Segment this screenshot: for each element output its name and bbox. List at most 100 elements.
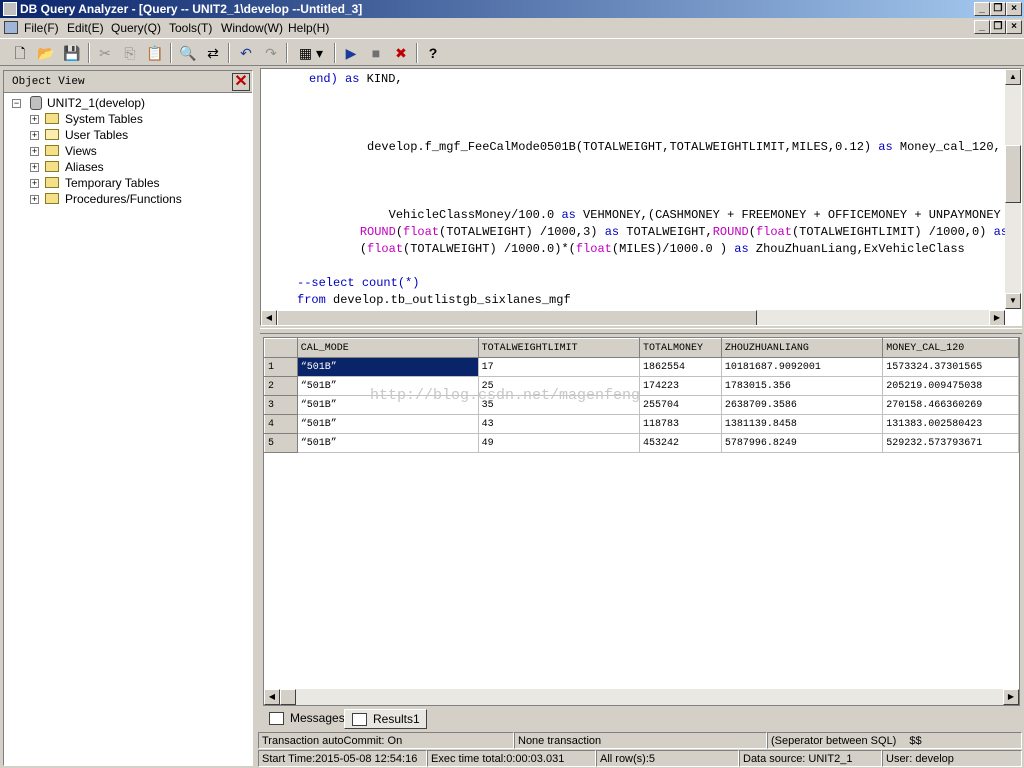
grid-horizontal-scrollbar[interactable]: ◀ ▶ <box>264 689 1019 705</box>
table-cell[interactable]: 1862554 <box>639 357 722 377</box>
paste-icon[interactable]: 📋 <box>145 43 165 63</box>
collapse-icon[interactable]: − <box>12 99 21 108</box>
child-restore-button[interactable]: ❐ <box>990 20 1006 34</box>
scroll-right-icon[interactable]: ▶ <box>1003 689 1019 705</box>
expand-icon[interactable]: + <box>30 147 39 156</box>
scroll-thumb[interactable] <box>277 310 757 325</box>
table-cell[interactable]: 174223 <box>639 376 722 396</box>
code-text: develop.f_mgf_FeeCalMode0501B(TOTALWEIGH… <box>295 140 879 154</box>
close-panel-icon[interactable]: ✕ <box>232 73 250 91</box>
pane-splitter[interactable] <box>260 328 1022 334</box>
table-cell[interactable]: 118783 <box>639 414 722 434</box>
toolbar-separator <box>416 43 418 63</box>
copy-icon[interactable]: ⎘ <box>120 43 140 63</box>
code-text: ( <box>395 225 404 239</box>
menu-edit[interactable]: Edit(E) <box>67 21 104 35</box>
column-header[interactable]: CAL_MODE <box>296 338 479 358</box>
undo-icon[interactable]: ↶ <box>236 43 256 63</box>
scroll-down-icon[interactable]: ▼ <box>1005 293 1021 309</box>
table-cell[interactable]: 5787996.8249 <box>721 433 884 453</box>
cancel-query-icon[interactable]: ✖ <box>391 43 411 63</box>
menu-file[interactable]: File(F) <box>24 21 59 35</box>
table-cell[interactable]: “501B” <box>297 414 479 434</box>
status-exec-time: Exec time total:0:00:03.031 <box>427 750 596 767</box>
table-cell[interactable]: 17 <box>478 357 641 377</box>
table-cell[interactable]: 1573324.37301565 <box>882 357 1019 377</box>
expand-icon[interactable]: + <box>30 131 39 140</box>
table-cell[interactable]: 10181687.9092001 <box>721 357 884 377</box>
tab-messages[interactable]: Messages <box>262 709 351 729</box>
database-icon <box>30 96 42 110</box>
find-icon[interactable]: 🔍 <box>178 43 198 63</box>
code-text: VehicleClassMoney/100.0 <box>295 208 562 222</box>
expand-icon[interactable]: + <box>30 163 39 172</box>
row-number[interactable]: 5 <box>264 433 298 453</box>
function-name: float <box>403 225 440 239</box>
table-cell[interactable]: 2638709.3586 <box>721 395 884 415</box>
column-header[interactable]: TOTALWEIGHTLIMIT <box>477 338 641 358</box>
tree-node-label: Procedures/Functions <box>65 192 182 206</box>
minimize-button[interactable]: _ <box>974 2 990 16</box>
table-cell[interactable]: 131383.002580423 <box>882 414 1019 434</box>
scroll-up-icon[interactable]: ▲ <box>1005 69 1021 85</box>
redo-icon[interactable]: ↷ <box>261 43 281 63</box>
table-cell[interactable]: 205219.009475038 <box>882 376 1019 396</box>
scroll-left-icon[interactable]: ◀ <box>261 310 277 325</box>
replace-icon[interactable]: ⇄ <box>203 43 223 63</box>
table-cell[interactable]: 1783015.356 <box>721 376 884 396</box>
column-header[interactable]: MONEY_CAL_120 <box>882 338 1019 358</box>
row-number[interactable]: 1 <box>264 357 298 377</box>
open-folder-icon[interactable]: 📂 <box>36 43 56 63</box>
child-close-button[interactable]: × <box>1006 20 1022 34</box>
table-cell[interactable]: 49 <box>478 433 641 453</box>
menu-query[interactable]: Query(Q) <box>111 21 161 35</box>
table-cell[interactable]: 529232.573793671 <box>882 433 1019 453</box>
menu-window[interactable]: Window(W) <box>221 21 283 35</box>
table-cell[interactable]: 43 <box>478 414 641 434</box>
stop-icon[interactable]: ■ <box>366 43 386 63</box>
cut-icon[interactable]: ✂ <box>95 43 115 63</box>
editor-horizontal-scrollbar[interactable]: ◀ ▶ <box>261 310 1005 325</box>
table-row[interactable]: 1 “501B” 17 1862554 10181687.9092001 157… <box>264 357 1019 377</box>
menu-tools[interactable]: Tools(T) <box>169 21 212 35</box>
menu-help[interactable]: Help(H) <box>288 21 329 35</box>
scroll-thumb[interactable] <box>1005 145 1021 203</box>
tree-node-label: Temporary Tables <box>65 176 160 190</box>
toolbar-separator <box>286 43 288 63</box>
app-icon[interactable] <box>3 2 17 16</box>
expand-icon[interactable]: + <box>30 195 39 204</box>
code-line: ROUND(float(TOTALWEIGHT) /1000,3) as TOT… <box>295 225 1021 239</box>
editor-vertical-scrollbar[interactable]: ▲ ▼ <box>1005 69 1021 309</box>
scroll-left-icon[interactable]: ◀ <box>264 689 280 705</box>
table-row[interactable]: 5 “501B” 49 453242 5787996.8249 529232.5… <box>264 433 1019 453</box>
column-header[interactable]: ZHOUZHUANLIANG <box>720 338 884 358</box>
restore-button[interactable]: ❐ <box>990 2 1006 16</box>
table-cell[interactable]: 1381139.8458 <box>721 414 884 434</box>
table-row[interactable]: 4 “501B” 43 118783 1381139.8458 131383.0… <box>264 414 1019 434</box>
row-number[interactable]: 3 <box>264 395 298 415</box>
child-minimize-button[interactable]: _ <box>974 20 990 34</box>
tab-results1[interactable]: Results1 <box>344 709 427 729</box>
sql-editor[interactable]: end) as KIND, develop.f_mgf_FeeCalMode05… <box>260 68 1022 326</box>
new-file-icon[interactable]: 🗋 <box>10 43 30 63</box>
table-cell[interactable]: “501B” <box>297 433 479 453</box>
close-button[interactable]: × <box>1006 2 1022 16</box>
scroll-thumb[interactable] <box>280 689 296 705</box>
column-header[interactable]: TOTALMONEY <box>639 338 722 358</box>
table-cell[interactable]: 453242 <box>639 433 722 453</box>
corner-cell[interactable] <box>264 338 298 358</box>
expand-icon[interactable]: + <box>30 179 39 188</box>
row-number[interactable]: 4 <box>264 414 298 434</box>
scroll-right-icon[interactable]: ▶ <box>989 310 1005 325</box>
save-icon[interactable]: 💾 <box>62 43 82 63</box>
help-icon[interactable]: ? <box>423 43 443 63</box>
table-cell[interactable]: 255704 <box>639 395 722 415</box>
table-cell[interactable]: “501B” <box>297 357 479 377</box>
results-grid-icon[interactable]: ▦ ▾ <box>294 43 328 63</box>
expand-icon[interactable]: + <box>30 115 39 124</box>
child-window-icon[interactable] <box>4 21 18 34</box>
row-number[interactable]: 2 <box>264 376 298 396</box>
table-cell[interactable]: 270158.466360269 <box>882 395 1019 415</box>
execute-icon[interactable]: ▶ <box>341 43 361 63</box>
